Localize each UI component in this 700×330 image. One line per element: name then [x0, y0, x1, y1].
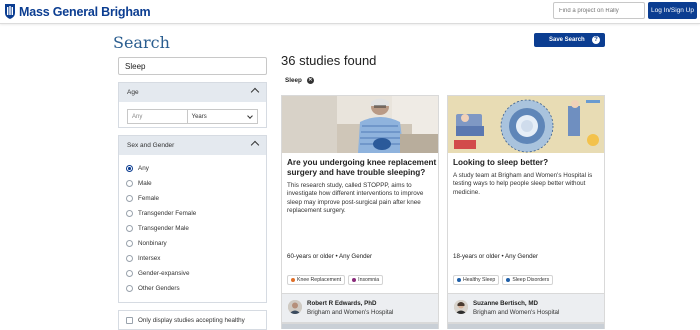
- radio-icon: [126, 225, 133, 232]
- gender-option-nonbinary[interactable]: Nonbinary: [126, 236, 266, 251]
- age-unit-value: Years: [191, 114, 207, 120]
- shield-logo-icon: [5, 4, 15, 19]
- gender-option-female[interactable]: Female: [126, 191, 266, 206]
- researcher-footer: Robert R Edwards, PhD Brigham and Women'…: [282, 293, 438, 322]
- researcher-organization: Brigham and Women's Hospital: [307, 309, 394, 316]
- radio-icon: [126, 240, 133, 247]
- active-filter-label: Sleep: [285, 76, 302, 84]
- tag-sleep-disorders: Sleep Disorders: [502, 275, 554, 285]
- login-signup-button[interactable]: Log In/Sign Up: [648, 2, 697, 19]
- study-eligibility: 18-years or older • Any Gender: [453, 253, 539, 260]
- accepting-healthy-checkbox[interactable]: Only display studies accepting healthy: [118, 310, 267, 330]
- option-label: Intersex: [138, 255, 161, 262]
- tag-dot-icon: [457, 278, 461, 282]
- study-title[interactable]: Looking to sleep better?: [453, 158, 603, 168]
- radio-icon: [126, 270, 133, 277]
- option-label: Nonbinary: [138, 240, 167, 247]
- age-input[interactable]: Any: [127, 109, 188, 124]
- keyword-search-field[interactable]: Sleep: [118, 57, 267, 75]
- tag-dot-icon: [291, 278, 295, 282]
- radio-icon: [126, 180, 133, 187]
- option-label: Other Genders: [138, 285, 180, 292]
- study-image-sleep-illustration: [448, 96, 604, 153]
- rally-search-input[interactable]: [553, 2, 645, 19]
- option-label: Female: [138, 195, 159, 202]
- tag-insomnia: Insomnia: [348, 275, 384, 285]
- tag-label: Sleep Disorders: [512, 277, 550, 283]
- gender-option-transgender-female[interactable]: Transgender Female: [126, 206, 266, 221]
- age-filter-title: Age: [127, 89, 139, 96]
- option-label: Transgender Male: [138, 225, 189, 232]
- sex-gender-filter-header[interactable]: Sex and Gender: [119, 136, 266, 155]
- chevron-up-icon: [250, 140, 260, 150]
- age-filter-header[interactable]: Age: [119, 83, 266, 102]
- top-header: Mass General Brigham Log In/Sign Up: [0, 0, 700, 24]
- tag-healthy-sleep: Healthy Sleep: [453, 275, 500, 285]
- active-filter-chip[interactable]: Sleep ✕: [281, 74, 314, 86]
- gender-option-intersex[interactable]: Intersex: [126, 251, 266, 266]
- study-description: This research study, called STOPPP, aims…: [287, 182, 424, 215]
- researcher-avatar: [454, 300, 468, 314]
- radio-icon: [126, 210, 133, 217]
- brand-name: Mass General Brigham: [19, 4, 151, 19]
- chevron-up-icon: [250, 87, 260, 97]
- checkbox-icon: [126, 317, 133, 324]
- radio-icon: [126, 285, 133, 292]
- gender-option-other[interactable]: Other Genders: [126, 281, 266, 296]
- researcher-name: Robert R Edwards, PhD: [307, 300, 377, 307]
- save-search-label: Save Search: [549, 37, 585, 43]
- tag-dot-icon: [352, 278, 357, 282]
- study-card[interactable]: Are you undergoing knee replacement surg…: [281, 95, 439, 323]
- researcher-avatar: [288, 300, 302, 314]
- age-unit-select[interactable]: Years: [187, 109, 258, 124]
- option-label: Male: [138, 180, 152, 187]
- study-eligibility: 60-years or older • Any Gender: [287, 253, 373, 260]
- study-title[interactable]: Are you undergoing knee replacement surg…: [287, 158, 437, 178]
- researcher-organization: Brigham and Women's Hospital: [473, 309, 560, 316]
- option-label: Transgender Female: [138, 210, 197, 217]
- gender-option-gender-expansive[interactable]: Gender-expansive: [126, 266, 266, 281]
- option-label: Any: [138, 165, 149, 172]
- next-study-card-edge: [281, 323, 439, 329]
- tag-label: Healthy Sleep: [463, 277, 496, 283]
- page-title: Search: [113, 33, 170, 52]
- tag-dot-icon: [506, 278, 511, 282]
- radio-icon: [126, 195, 133, 202]
- option-label: Gender-expansive: [138, 270, 190, 277]
- gender-option-transgender-male[interactable]: Transgender Male: [126, 221, 266, 236]
- tag-knee-replacement: Knee Replacement: [287, 275, 346, 285]
- save-search-button[interactable]: Save Search ?: [534, 33, 605, 47]
- remove-filter-icon[interactable]: ✕: [306, 76, 314, 84]
- age-filter-panel: Age Any Years: [118, 82, 267, 128]
- sex-gender-filter-title: Sex and Gender: [127, 142, 175, 149]
- tag-label: Insomnia: [358, 277, 380, 283]
- researcher-footer: Suzanne Bertisch, MD Brigham and Women's…: [448, 293, 604, 322]
- results-count: 36 studies found: [281, 53, 377, 68]
- help-icon[interactable]: ?: [592, 36, 600, 44]
- tag-label: Knee Replacement: [297, 277, 342, 283]
- chevron-down-icon: [247, 113, 253, 119]
- study-description: A study team at Brigham and Women's Hosp…: [453, 172, 593, 196]
- brand-logo[interactable]: Mass General Brigham: [4, 3, 151, 20]
- radio-icon: [126, 255, 133, 262]
- study-card[interactable]: Looking to sleep better? A study team at…: [447, 95, 605, 323]
- radio-selected-icon: [126, 165, 133, 172]
- accepting-healthy-label: Only display studies accepting healthy: [138, 317, 245, 324]
- gender-option-male[interactable]: Male: [126, 176, 266, 191]
- gender-option-any[interactable]: Any: [126, 161, 266, 176]
- sex-gender-filter-panel: Sex and Gender Any Male Female Transgend…: [118, 135, 267, 303]
- study-image-man-knee: [282, 96, 438, 153]
- researcher-name: Suzanne Bertisch, MD: [473, 300, 538, 307]
- next-study-card-edge: [447, 323, 605, 329]
